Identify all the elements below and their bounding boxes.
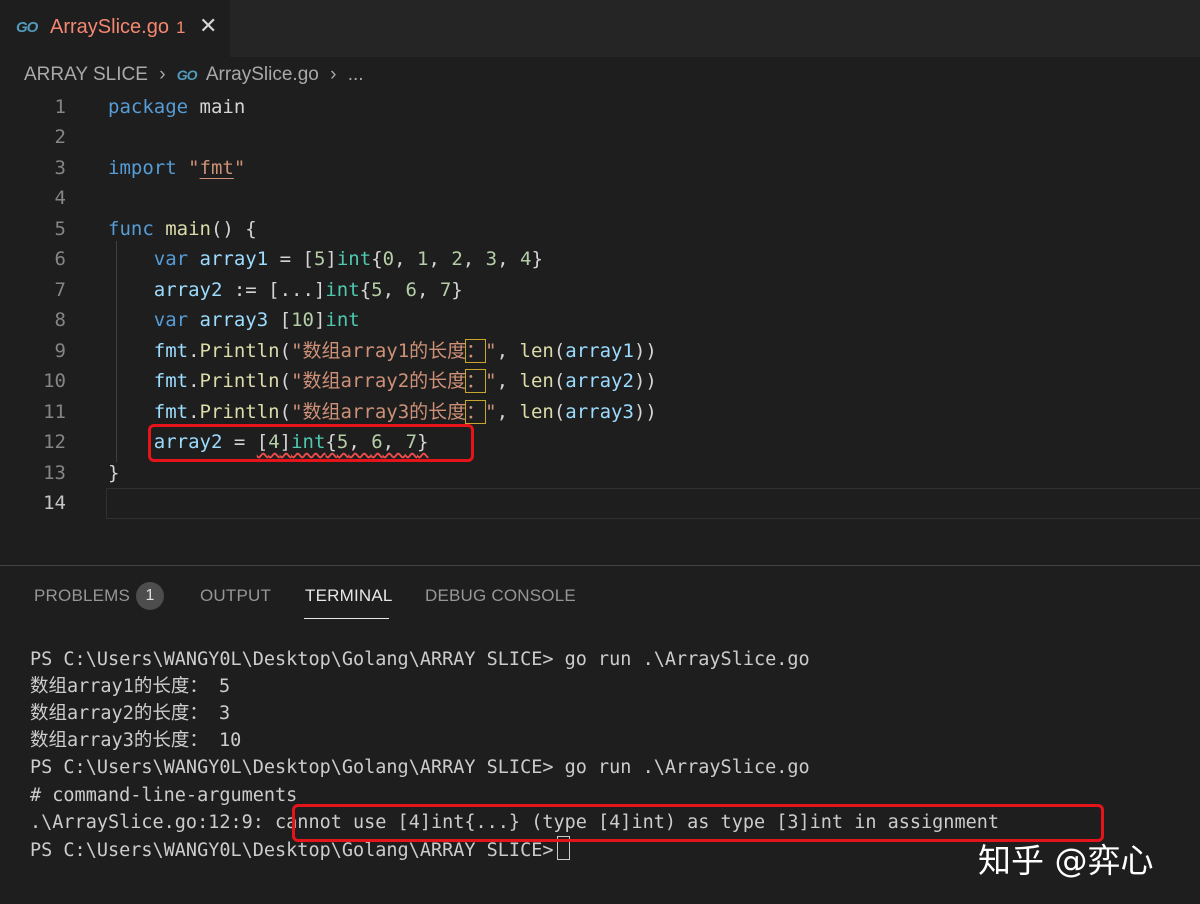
line-number: 12 [43, 431, 66, 453]
ambiguous-char-highlight: ： [465, 400, 487, 424]
line-number: 2 [54, 126, 66, 148]
breadcrumb-folder[interactable]: ARRAY SLICE [24, 64, 148, 86]
tab-problems[interactable]: PROBLEMS [34, 586, 130, 606]
line-number: 13 [43, 462, 66, 484]
panel-tab-bar: PROBLEMS OUTPUT TERMINAL DEBUG CONSOLE [0, 566, 1200, 626]
code-text[interactable]: func main() { [108, 214, 257, 244]
code-text[interactable]: fmt.Println("数组array2的长度：", len(array2)) [108, 366, 657, 396]
code-editor[interactable]: 1 package main 2 3 import "fmt" 4 5 func… [0, 92, 1200, 532]
tab-arrayslice-go[interactable]: GO ArraySlice.go 1 ✕ [0, 0, 230, 57]
go-file-icon: GO [176, 67, 198, 83]
terminal-line: PS C:\Users\WANGY0L\Desktop\Golang\ARRAY… [30, 649, 810, 670]
breadcrumb-more[interactable]: ... [348, 64, 364, 86]
code-line-7: 7 array2 := [...]int{5, 6, 7} [0, 275, 1200, 305]
line-number: 11 [43, 401, 66, 423]
editor-tab-bar: GO ArraySlice.go 1 ✕ [0, 0, 1200, 57]
terminal-line: 数组array2的长度： 3 [30, 703, 231, 724]
tab-output[interactable]: OUTPUT [200, 586, 271, 606]
go-file-icon: GO [16, 19, 38, 36]
code-line-13: 13 } [0, 458, 1200, 488]
line-number: 6 [54, 248, 66, 270]
tab-terminal[interactable]: TERMINAL [305, 586, 393, 606]
code-text[interactable]: fmt.Println("数组array1的长度：", len(array1)) [108, 336, 657, 366]
terminal-line: # command-line-arguments [30, 785, 298, 806]
code-text[interactable]: package main [108, 92, 245, 122]
code-line-3: 3 import "fmt" [0, 153, 1200, 183]
line-number: 10 [43, 370, 66, 392]
close-icon[interactable]: ✕ [199, 13, 217, 39]
line-number: 3 [54, 157, 66, 179]
code-text[interactable]: } [108, 458, 119, 488]
code-line-4: 4 [0, 183, 1200, 213]
chevron-right-icon: › [159, 64, 166, 85]
code-line-14: 14 [0, 488, 1200, 518]
active-tab-indicator [304, 618, 389, 619]
code-line-9: 9 fmt.Println("数组array1的长度：", len(array1… [0, 336, 1200, 366]
tab-problem-count: 1 [176, 18, 186, 37]
breadcrumb: ARRAY SLICE › GO ArraySlice.go › ... [24, 64, 364, 88]
line-number: 7 [54, 279, 66, 301]
tab-title: ArraySlice.go [50, 16, 169, 38]
error-highlight-box [148, 424, 474, 462]
line-number: 9 [54, 340, 66, 362]
line-number: 8 [54, 309, 66, 331]
watermark: 知乎 @弈心 [978, 841, 1154, 880]
code-line-11: 11 fmt.Println("数组array3的长度：", len(array… [0, 397, 1200, 427]
line-number: 5 [54, 218, 66, 240]
terminal-line: 数组array1的长度： 5 [30, 676, 231, 697]
code-text[interactable]: var array1 = [5]int{0, 1, 2, 3, 4} [108, 244, 543, 274]
code-line-8: 8 var array3 [10]int [0, 305, 1200, 335]
problems-count-badge: 1 [136, 582, 164, 610]
code-line-10: 10 fmt.Println("数组array2的长度：", len(array… [0, 366, 1200, 396]
line-number: 14 [43, 492, 66, 514]
tab-debug-console[interactable]: DEBUG CONSOLE [425, 586, 576, 606]
terminal-line: 数组array3的长度： 10 [30, 730, 242, 751]
ambiguous-char-highlight: ： [465, 339, 487, 363]
code-line-2: 2 [0, 122, 1200, 152]
code-text[interactable]: import "fmt" [108, 153, 245, 183]
code-text[interactable]: fmt.Println("数组array3的长度：", len(array3)) [108, 397, 657, 427]
line-number: 4 [54, 187, 66, 209]
ambiguous-char-highlight: ： [465, 369, 487, 393]
terminal-line: PS C:\Users\WANGY0L\Desktop\Golang\ARRAY… [30, 757, 810, 778]
code-text[interactable]: var array3 [10]int [108, 305, 360, 335]
code-line-5: 5 func main() { [0, 214, 1200, 244]
code-line-1: 1 package main [0, 92, 1200, 122]
breadcrumb-file[interactable]: ArraySlice.go [206, 64, 319, 86]
code-line-6: 6 var array1 = [5]int{0, 1, 2, 3, 4} [0, 244, 1200, 274]
line-number: 1 [54, 96, 66, 118]
code-text[interactable]: array2 := [...]int{5, 6, 7} [108, 275, 463, 305]
chevron-right-icon: › [330, 64, 337, 85]
